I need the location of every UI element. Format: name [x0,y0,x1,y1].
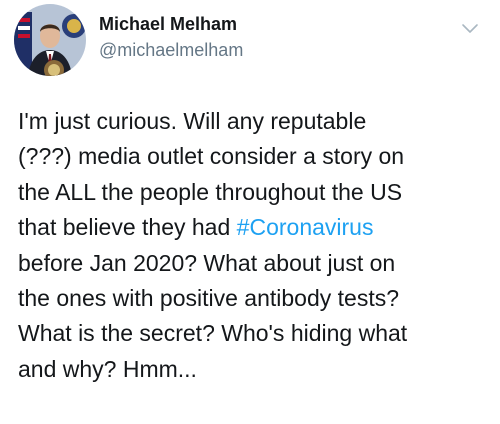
avatar[interactable] [14,4,86,76]
tweet-line: What is the secret? Who's hiding what [18,320,408,347]
tweet-line: the ALL the people throughout the US [18,178,403,205]
tweet-line: before Jan 2020? What about just on [18,249,396,276]
tweet-card: Michael Melham @michaelmelham I'm just c… [0,0,500,424]
avatar-image [14,4,86,76]
tweet-line: I'm just curious. Will any reputable [18,108,367,134]
tweet-line: and why? Hmm... [18,355,197,382]
tweet-text: I'm just curious. Will any reputable (??… [18,104,490,387]
tweet-line-text: that believe they had [18,214,237,241]
tweet-line: (???) media outlet consider a story on [18,143,405,170]
author-handle[interactable]: @michaelmelham [99,40,243,61]
author-display-name[interactable]: Michael Melham [99,14,237,35]
chevron-down-icon[interactable] [461,22,479,34]
tweet-line: the ones with positive antibody tests? [18,285,400,312]
tweet-line: that believe they had #Coronavirus [18,210,490,245]
hashtag-link[interactable]: #Coronavirus [237,214,374,240]
